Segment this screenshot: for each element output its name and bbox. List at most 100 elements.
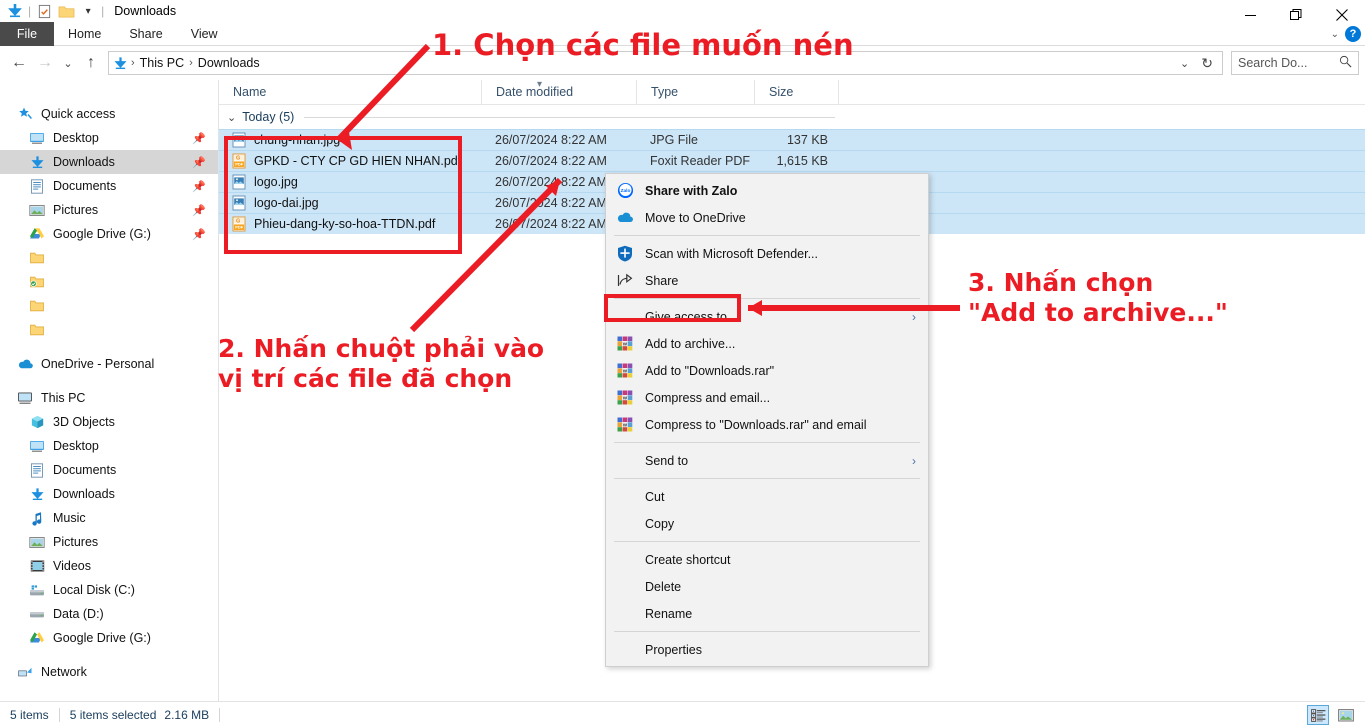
tab-share[interactable]: Share	[115, 22, 176, 46]
menu-item-copy[interactable]: Copy	[606, 510, 928, 537]
menu-separator	[614, 235, 920, 236]
sidebar-item-unnamed-folder-1[interactable]	[0, 246, 218, 270]
tab-file[interactable]: File	[0, 22, 54, 46]
column-header-extra[interactable]	[838, 79, 878, 105]
menu-item-scan-with-defender[interactable]: Scan with Microsoft Defender...	[606, 240, 928, 267]
file-name-text: GPKD - CTY CP GD HIEN NHAN.pdf	[254, 154, 462, 168]
sidebar-item-onedrive[interactable]: OneDrive - Personal	[0, 352, 218, 376]
sidebar-item-data-d[interactable]: Data (D:)	[0, 602, 218, 626]
menu-item-compress-to-downloads-rar-and-email[interactable]: W Compress to "Downloads.rar" and email	[606, 411, 928, 438]
sidebar-item-music[interactable]: Music	[0, 506, 218, 530]
menu-label: Give access to	[645, 309, 727, 324]
sidebar-item-unnamed-folder-4[interactable]	[0, 318, 218, 342]
sidebar-item-desktop[interactable]: Desktop 📌	[0, 126, 218, 150]
sidebar-item-pictures[interactable]: Pictures 📌	[0, 198, 218, 222]
table-row[interactable]: G PDF GPKD - CTY CP GD HIEN NHAN.pdf 26/0…	[219, 150, 1365, 171]
sidebar-label-pc-documents: Documents	[53, 463, 117, 477]
pin-icon[interactable]: 📌	[192, 228, 206, 241]
recent-locations-icon[interactable]: ⌄	[58, 49, 78, 77]
svg-text:Zalo: Zalo	[620, 188, 630, 194]
chevron-down-icon[interactable]: ⌄	[1331, 29, 1339, 40]
menu-item-create-shortcut[interactable]: Create shortcut	[606, 546, 928, 573]
sidebar-label-desktop: Desktop	[53, 131, 99, 145]
properties-icon[interactable]	[33, 0, 55, 22]
menu-item-properties[interactable]: Properties	[606, 636, 928, 663]
file-name-cell[interactable]: logo.jpg	[219, 172, 481, 193]
large-icons-view-button[interactable]	[1335, 705, 1357, 725]
column-header-date-modified[interactable]: Date modified	[481, 79, 636, 105]
sidebar-item-pc-pictures[interactable]: Pictures	[0, 530, 218, 554]
column-header-name[interactable]: Name	[219, 80, 481, 105]
status-bar: 5 items 5 items selected 2.16 MB	[0, 701, 1365, 728]
search-input[interactable]: Search Do...	[1231, 51, 1359, 75]
address-dropdown-icon[interactable]: ⌄	[1175, 57, 1194, 70]
folder-icon	[28, 250, 46, 266]
menu-item-share[interactable]: Share	[606, 267, 928, 294]
sidebar-item-pc-downloads[interactable]: Downloads	[0, 482, 218, 506]
group-header-today[interactable]: ⌄ Today (5)	[219, 105, 1365, 129]
star-pin-icon	[16, 106, 34, 122]
menu-item-compress-and-email[interactable]: W Compress and email...	[606, 384, 928, 411]
sidebar-item-pc-google-drive[interactable]: Google Drive (G:)	[0, 626, 218, 650]
menu-item-delete[interactable]: Delete	[606, 573, 928, 600]
sidebar-label-quick-access: Quick access	[41, 107, 116, 121]
chevron-down-icon[interactable]: ⌄	[227, 111, 236, 124]
address-right: ⌄ ↻	[1175, 55, 1218, 72]
file-name-cell[interactable]: G PDF GPKD - CTY CP GD HIEN NHAN.pdf	[219, 151, 481, 172]
file-name-cell[interactable]: G PDF Phieu-dang-ky-so-hoa-TTDN.pdf	[219, 214, 481, 235]
sidebar-item-3d-objects[interactable]: 3D Objects	[0, 410, 218, 434]
file-size-cell: 1,615 KB	[776, 154, 828, 168]
table-row[interactable]: chung-nhan.jpg 26/07/2024 8:22 AM JPG Fi…	[219, 129, 1365, 150]
pin-icon[interactable]: 📌	[192, 204, 206, 217]
sidebar-item-google-drive[interactable]: Google Drive (G:) 📌	[0, 222, 218, 246]
chevron-down-icon[interactable]: ▾	[77, 0, 99, 22]
menu-item-add-to-archive[interactable]: W Add to archive...	[606, 330, 928, 357]
sidebar-item-pc-desktop[interactable]: Desktop	[0, 434, 218, 458]
file-name-cell[interactable]: logo-dai.jpg	[219, 193, 481, 214]
pin-icon[interactable]: 📌	[192, 180, 206, 193]
svg-text:W: W	[623, 368, 628, 373]
column-header-size[interactable]: Size	[754, 79, 838, 105]
search-icon[interactable]	[1339, 55, 1352, 71]
winrar-icon: W	[616, 389, 634, 407]
refresh-icon[interactable]: ↻	[1196, 55, 1218, 72]
menu-item-share-with-zalo[interactable]: Zalo Share with Zalo	[606, 177, 928, 204]
breadcrumb-item-downloads[interactable]: Downloads	[194, 56, 264, 70]
forward-button[interactable]: →	[32, 49, 58, 77]
sidebar-label-local-disk-c: Local Disk (C:)	[53, 583, 135, 597]
defender-shield-icon	[616, 245, 634, 263]
tab-view[interactable]: View	[177, 22, 232, 46]
pdf-file-icon: G PDF	[231, 153, 247, 169]
file-name-cell[interactable]: chung-nhan.jpg	[219, 130, 481, 151]
downloads-arrow-icon[interactable]	[4, 0, 26, 22]
sidebar-item-local-disk-c[interactable]: Local Disk (C:)	[0, 578, 218, 602]
details-view-button[interactable]	[1307, 705, 1329, 725]
menu-item-send-to[interactable]: Send to ›	[606, 447, 928, 474]
sidebar-item-downloads[interactable]: Downloads 📌	[0, 150, 218, 174]
column-header-type[interactable]: Type	[636, 79, 754, 105]
up-button[interactable]: ↑	[78, 49, 104, 77]
pin-icon[interactable]: 📌	[192, 132, 206, 145]
sidebar-item-videos[interactable]: Videos	[0, 554, 218, 578]
sidebar-item-network[interactable]: Network	[0, 660, 218, 684]
menu-item-add-to-downloads-rar[interactable]: W Add to "Downloads.rar"	[606, 357, 928, 384]
back-button[interactable]: ←	[6, 49, 32, 77]
sidebar-item-unnamed-folder-3[interactable]	[0, 294, 218, 318]
menu-item-cut[interactable]: Cut	[606, 483, 928, 510]
menu-item-move-to-onedrive[interactable]: Move to OneDrive	[606, 204, 928, 231]
tab-home[interactable]: Home	[54, 22, 115, 46]
folder-icon[interactable]	[55, 0, 77, 22]
sidebar-item-this-pc[interactable]: This PC	[0, 386, 218, 410]
sidebar-item-documents[interactable]: Documents 📌	[0, 174, 218, 198]
file-size-cell: 137 KB	[786, 133, 828, 147]
help-icon[interactable]: ?	[1345, 26, 1361, 42]
menu-item-give-access-to[interactable]: Give access to ›	[606, 303, 928, 330]
pin-icon[interactable]: 📌	[192, 156, 206, 169]
breadcrumb-item-thispc[interactable]: This PC	[136, 56, 188, 70]
menu-item-rename[interactable]: Rename	[606, 600, 928, 627]
sidebar-item-pc-documents[interactable]: Documents	[0, 458, 218, 482]
sidebar-item-quick-access[interactable]: Quick access	[0, 102, 218, 126]
sidebar-item-unnamed-folder-2[interactable]	[0, 270, 218, 294]
